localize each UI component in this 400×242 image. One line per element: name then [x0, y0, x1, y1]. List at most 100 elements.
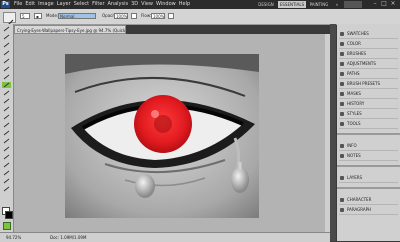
menu-help[interactable]: Help: [179, 0, 190, 9]
info-icon: [340, 144, 344, 148]
blur-tool-icon[interactable]: [2, 122, 11, 128]
search-field[interactable]: [344, 1, 362, 8]
brush-panel-toggle[interactable]: ▪: [34, 13, 42, 19]
document-image[interactable]: [65, 54, 259, 218]
panel-tab-label: MASKS: [347, 91, 361, 96]
panel-tab-label: PATHS: [347, 71, 360, 76]
photoshop-logo: Ps: [1, 1, 10, 8]
brush-tool-icon[interactable]: [2, 82, 11, 88]
panel-group-divider[interactable]: [337, 165, 400, 167]
menu-3d[interactable]: 3D: [131, 0, 138, 9]
brush-presets-icon: [340, 82, 344, 86]
history-brush-tool-icon[interactable]: [2, 98, 11, 104]
pressure-opacity-toggle[interactable]: [131, 13, 137, 19]
panel-tab-tools[interactable]: TOOLS: [339, 120, 398, 129]
paragraph-icon: [340, 208, 344, 212]
panel-tab-label: INFO: [347, 143, 357, 148]
panel-tab-label: CHARACTER: [347, 197, 372, 202]
brush-size-field[interactable]: 5: [20, 13, 30, 19]
panel-tab-swatches[interactable]: SWATCHES: [339, 30, 398, 39]
workspace-painting[interactable]: PAINTING: [308, 1, 330, 8]
quick-selection-tool-icon[interactable]: [2, 50, 11, 56]
eyedropper-tool-icon[interactable]: [2, 66, 11, 72]
gradient-tool-icon[interactable]: [2, 114, 11, 120]
panel-tab-label: TOOLS: [347, 121, 361, 126]
pen-tool-icon[interactable]: [2, 138, 11, 144]
flow-label: Flow:: [141, 13, 152, 18]
panel-tab-brushes[interactable]: BRUSHES: [339, 50, 398, 59]
panel-tab-label: BRUSH PRESETS: [347, 81, 381, 86]
panel-group-divider[interactable]: [337, 187, 400, 189]
clone-stamp-tool-icon[interactable]: [2, 90, 11, 96]
marquee-tool-icon[interactable]: [2, 34, 11, 40]
path-selection-tool-icon[interactable]: [2, 154, 11, 160]
panel-tab-notes[interactable]: NOTES: [339, 152, 398, 161]
crop-tool-icon[interactable]: [2, 58, 11, 64]
menu-select[interactable]: Select: [74, 0, 89, 9]
3d-rotate-tool-icon[interactable]: [2, 170, 11, 176]
type-tool-icon[interactable]: [2, 146, 11, 152]
panel-tab-label: PARAGRAPH: [347, 207, 372, 212]
healing-brush-tool-icon[interactable]: [2, 74, 11, 80]
styles-icon: [340, 112, 344, 116]
move-tool-icon[interactable]: [2, 26, 11, 32]
menu-filter[interactable]: Filter: [92, 0, 104, 9]
eraser-tool-icon[interactable]: [2, 106, 11, 112]
airbrush-toggle[interactable]: [168, 13, 174, 19]
close-button[interactable]: ×: [390, 1, 396, 7]
menu-view[interactable]: View: [141, 0, 153, 9]
document-tab[interactable]: Crying-Eyes-Wallpapers-Tipsy-Eye.jpg @ 9…: [14, 25, 126, 34]
mode-select[interactable]: Normal: [58, 13, 96, 19]
maximize-button[interactable]: □: [381, 1, 387, 7]
menu-analysis[interactable]: Analysis: [108, 0, 129, 9]
color-icon: [340, 42, 344, 46]
menu-edit[interactable]: Edit: [25, 0, 35, 9]
adjustments-icon: [340, 62, 344, 66]
panel-tab-label: NOTES: [347, 153, 361, 158]
lasso-tool-icon[interactable]: [2, 42, 11, 48]
tools-panel: [0, 24, 14, 236]
workspace-more-icon[interactable]: »: [333, 1, 341, 8]
brushes-icon: [340, 52, 344, 56]
layers-icon: [340, 176, 344, 180]
flow-field[interactable]: 100%: [151, 13, 165, 19]
background-color-swatch[interactable]: [5, 211, 13, 219]
panel-group-divider[interactable]: [337, 133, 400, 135]
notes-icon: [340, 154, 344, 158]
swatches-icon: [340, 32, 344, 36]
zoom-tool-icon[interactable]: [2, 186, 11, 192]
panel-tab-character[interactable]: CHARACTER: [339, 196, 398, 205]
panel-tab-label: SWATCHES: [347, 31, 369, 36]
brush-preset-picker[interactable]: [3, 12, 16, 28]
panel-tab-info[interactable]: INFO: [339, 142, 398, 151]
panel-tab-label: COLOR: [347, 41, 361, 46]
hand-tool-icon[interactable]: [2, 178, 11, 184]
panel-tab-history[interactable]: HISTORY: [339, 100, 398, 109]
panel-tab-adjustments[interactable]: ADJUSTMENTS: [339, 60, 398, 69]
document-size-readout: Doc: 1.09M/1.09M: [50, 235, 87, 240]
panel-tab-layers[interactable]: LAYERS: [339, 174, 398, 183]
opacity-field[interactable]: 100%: [114, 13, 128, 19]
workspace-essentials[interactable]: ESSENTIALS: [278, 1, 306, 8]
workspace-design[interactable]: DESIGN: [256, 1, 276, 8]
panel-tab-label: STYLES: [347, 111, 362, 116]
menu-image[interactable]: Image: [38, 0, 54, 9]
quick-mask-mode-button[interactable]: [3, 222, 11, 230]
menu-layer[interactable]: Layer: [57, 0, 71, 9]
panel-tab-brush-presets[interactable]: BRUSH PRESETS: [339, 80, 398, 89]
zoom-readout[interactable]: 94.72%: [6, 234, 21, 241]
panel-tab-label: BRUSHES: [347, 51, 367, 56]
panel-tab-styles[interactable]: STYLES: [339, 110, 398, 119]
panel-tab-masks[interactable]: MASKS: [339, 90, 398, 99]
shape-tool-icon[interactable]: [2, 162, 11, 168]
panel-tab-label: HISTORY: [347, 101, 365, 106]
panel-tab-paths[interactable]: PATHS: [339, 70, 398, 79]
mode-label: Mode:: [46, 13, 59, 18]
menu-file[interactable]: File: [14, 0, 22, 9]
dodge-tool-icon[interactable]: [2, 130, 11, 136]
menu-window[interactable]: Window: [156, 0, 176, 9]
minimize-button[interactable]: –: [372, 1, 378, 7]
panel-tab-color[interactable]: COLOR: [339, 40, 398, 49]
panel-tab-paragraph[interactable]: PARAGRAPH: [339, 206, 398, 215]
panel-icon-strip[interactable]: [330, 24, 336, 241]
